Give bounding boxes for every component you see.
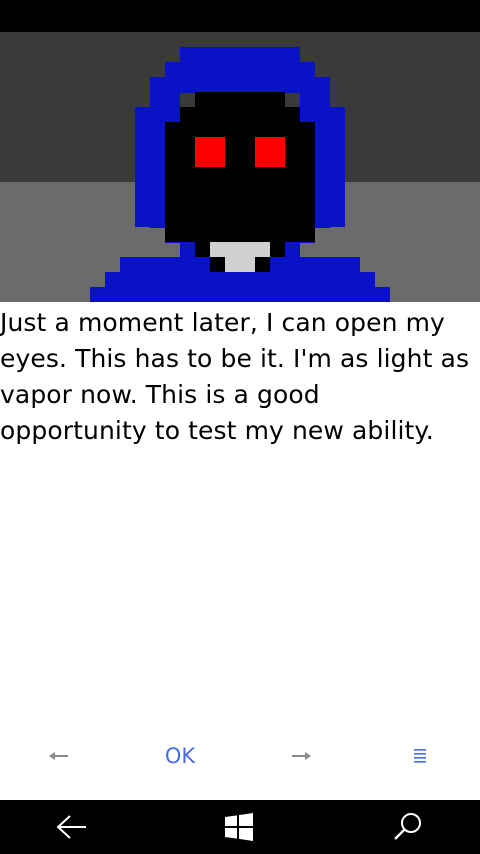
back-button[interactable] <box>32 800 112 854</box>
figure-collar-pixel-block <box>225 257 255 272</box>
windows-logo-icon <box>225 813 253 841</box>
figure-hood-pixel-block <box>300 92 330 108</box>
figure-eyes-pixel-block <box>255 137 285 167</box>
ok-button-label: OK <box>164 744 196 768</box>
figure-face-pixel-block <box>165 122 315 242</box>
story-text: Just a moment later, I can open my eyes.… <box>0 308 470 445</box>
back-arrow-icon <box>56 815 86 839</box>
figure-hood-pixel-block <box>150 92 180 108</box>
right-arrow-icon <box>292 752 311 760</box>
figure-hood-pixel-block <box>165 62 315 78</box>
figure-hood-pixel-block <box>90 287 390 302</box>
next-button[interactable] <box>270 732 330 780</box>
figure-face-pixel-block <box>195 92 285 108</box>
menu-icon <box>414 749 426 763</box>
status-bar <box>0 0 480 32</box>
figure-face-pixel-block <box>180 227 300 242</box>
figure-hood-pixel-block <box>150 77 330 93</box>
figure-hood-pixel-block <box>105 272 375 287</box>
home-button[interactable] <box>199 800 279 854</box>
search-icon <box>394 813 421 840</box>
figure-eyes-pixel-block <box>195 137 225 167</box>
figure-collar-pixel-block <box>210 242 270 257</box>
search-button[interactable] <box>368 800 448 854</box>
hooded-figure-pixel-art <box>0 32 480 302</box>
left-arrow-icon <box>49 752 68 760</box>
figure-hood-pixel-block <box>180 47 300 63</box>
system-navigation-bar <box>0 800 480 854</box>
ok-button[interactable]: OK <box>150 732 210 780</box>
previous-button[interactable] <box>30 732 90 780</box>
controls-bar: OK <box>0 732 480 780</box>
scene-image <box>0 32 480 302</box>
figure-face-pixel-block <box>180 107 300 123</box>
menu-button[interactable] <box>390 732 450 780</box>
